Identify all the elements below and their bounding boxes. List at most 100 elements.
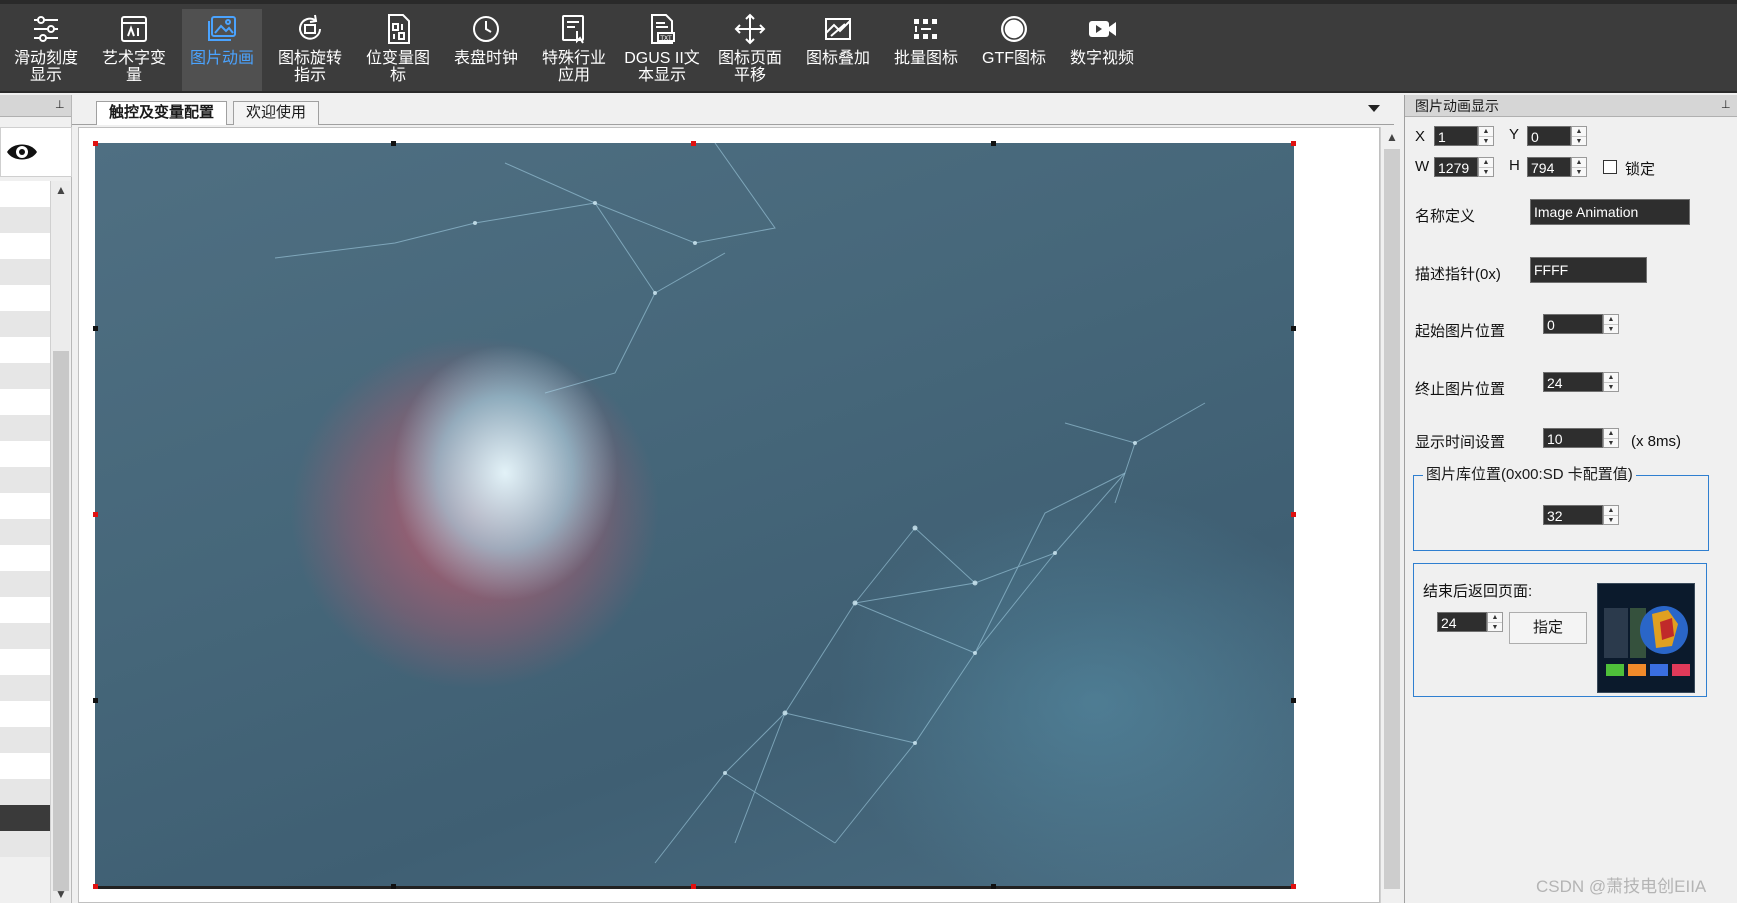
return-page-stepper[interactable]: 24 ▲ ▼ (1437, 612, 1503, 632)
up-arrow-icon[interactable]: ▲ (1604, 506, 1618, 516)
down-arrow-icon[interactable]: ▼ (1604, 516, 1618, 525)
left-scrollbar[interactable]: ▲ ▼ (50, 181, 70, 903)
up-arrow-icon[interactable]: ▲ (1604, 315, 1618, 325)
resize-handle[interactable] (1291, 141, 1296, 146)
desc-pointer-field[interactable]: FFFF (1530, 257, 1647, 283)
up-arrow-icon[interactable]: ▲ (1572, 158, 1586, 168)
image-animation-control[interactable] (95, 143, 1294, 888)
list-item[interactable] (0, 571, 50, 597)
start-pos-value[interactable]: 0 (1543, 314, 1603, 334)
list-item[interactable] (0, 207, 50, 233)
start-pos-stepper[interactable]: 0 ▲ ▼ (1543, 314, 1619, 334)
canvas-scrollbar[interactable]: ▲ (1380, 127, 1402, 903)
list-item[interactable] (0, 753, 50, 779)
resize-handle[interactable] (1291, 512, 1296, 517)
resize-handle[interactable] (1291, 884, 1296, 889)
end-pos-value[interactable]: 24 (1543, 372, 1603, 392)
visibility-toggle[interactable] (0, 127, 72, 177)
tool-bit-variable[interactable]: 位变量图 标 (358, 9, 438, 91)
resize-handle[interactable] (1291, 326, 1296, 331)
h-stepper[interactable]: 794 ▲ ▼ (1527, 157, 1587, 177)
list-item[interactable] (0, 389, 50, 415)
tool-text-display[interactable]: TXT DGUS II文 本显示 (622, 9, 702, 91)
h-value[interactable]: 794 (1527, 157, 1571, 177)
resize-handle[interactable] (691, 141, 696, 146)
scroll-down-icon[interactable]: ▼ (55, 887, 67, 901)
w-stepper[interactable]: 1279 ▲ ▼ (1434, 157, 1494, 177)
list-item[interactable] (0, 337, 50, 363)
list-item[interactable] (0, 597, 50, 623)
lock-checkbox[interactable] (1603, 160, 1617, 174)
resize-handle[interactable] (93, 141, 98, 146)
return-page-value[interactable]: 24 (1437, 612, 1487, 632)
list-item[interactable] (0, 467, 50, 493)
list-item[interactable] (0, 831, 50, 857)
image-library-value[interactable]: 32 (1543, 505, 1603, 525)
image-library-stepper[interactable]: 32 ▲ ▼ (1543, 505, 1619, 525)
list-item[interactable] (0, 675, 50, 701)
list-item[interactable] (0, 181, 50, 207)
tool-batch[interactable]: 批量图标 (886, 9, 966, 91)
x-stepper[interactable]: 1 ▲ ▼ (1434, 126, 1494, 146)
down-arrow-icon[interactable]: ▼ (1572, 168, 1586, 177)
down-arrow-icon[interactable]: ▼ (1604, 383, 1618, 392)
list-item[interactable] (0, 363, 50, 389)
list-item[interactable] (0, 441, 50, 467)
down-arrow-icon[interactable]: ▼ (1572, 137, 1586, 146)
display-time-value[interactable]: 10 (1543, 428, 1603, 448)
chevron-down-icon[interactable] (1368, 105, 1380, 112)
resize-handle[interactable] (391, 141, 396, 146)
tab-welcome[interactable]: 欢迎使用 (233, 101, 320, 125)
end-pos-stepper[interactable]: 24 ▲ ▼ (1543, 372, 1619, 392)
list-item[interactable] (0, 701, 50, 727)
x-value[interactable]: 1 (1434, 126, 1478, 146)
resize-handle[interactable] (991, 141, 996, 146)
resize-handle[interactable] (691, 884, 696, 889)
list-item[interactable] (0, 623, 50, 649)
up-arrow-icon[interactable]: ▲ (1479, 158, 1493, 168)
up-arrow-icon[interactable]: ▲ (1572, 127, 1586, 137)
scroll-up-icon[interactable]: ▲ (1386, 130, 1398, 144)
tool-art-text[interactable]: 艺术字变 量 (94, 9, 174, 91)
list-item[interactable] (0, 779, 50, 805)
list-item[interactable] (0, 649, 50, 675)
page-list[interactable] (0, 181, 50, 903)
scroll-thumb[interactable] (1384, 149, 1400, 889)
tool-industry-app[interactable]: 特殊行业 应用 (534, 9, 614, 91)
list-item[interactable] (0, 727, 50, 753)
name-field[interactable]: Image Animation (1530, 199, 1690, 225)
return-page-thumbnail[interactable] (1597, 583, 1695, 693)
tool-clock[interactable]: 表盘时钟 (446, 9, 526, 91)
list-item-selected[interactable] (0, 805, 50, 831)
scroll-thumb[interactable] (53, 351, 69, 891)
tool-icon-rotate[interactable]: 图标旋转 指示 (270, 9, 350, 91)
pin-icon[interactable]: ⊥ (55, 99, 65, 111)
tool-slider-scale[interactable]: 滑动刻度 显示 (6, 9, 86, 91)
scroll-up-icon[interactable]: ▲ (55, 183, 67, 197)
list-item[interactable] (0, 545, 50, 571)
resize-handle[interactable] (991, 884, 996, 889)
list-item[interactable] (0, 285, 50, 311)
pin-icon[interactable]: ⊥ (1721, 99, 1731, 111)
y-value[interactable]: 0 (1527, 126, 1571, 146)
up-arrow-icon[interactable]: ▲ (1479, 127, 1493, 137)
list-item[interactable] (0, 415, 50, 441)
tool-video[interactable]: 数字视频 (1062, 9, 1142, 91)
resize-handle[interactable] (93, 512, 98, 517)
list-item[interactable] (0, 259, 50, 285)
list-item[interactable] (0, 233, 50, 259)
down-arrow-icon[interactable]: ▼ (1479, 137, 1493, 146)
tool-gtf[interactable]: GTF图标 (974, 9, 1054, 91)
up-arrow-icon[interactable]: ▲ (1488, 613, 1502, 623)
down-arrow-icon[interactable]: ▼ (1479, 168, 1493, 177)
list-item[interactable] (0, 493, 50, 519)
tab-touch-variable-config[interactable]: 触控及变量配置 (96, 101, 228, 125)
list-item[interactable] (0, 311, 50, 337)
down-arrow-icon[interactable]: ▼ (1604, 439, 1618, 448)
tool-page-move[interactable]: 图标页面 平移 (710, 9, 790, 91)
tool-image-animation[interactable]: 图片动画 (182, 9, 262, 91)
resize-handle[interactable] (1291, 698, 1296, 703)
display-time-stepper[interactable]: 10 ▲ ▼ (1543, 428, 1619, 448)
down-arrow-icon[interactable]: ▼ (1488, 623, 1502, 632)
resize-handle[interactable] (93, 698, 98, 703)
